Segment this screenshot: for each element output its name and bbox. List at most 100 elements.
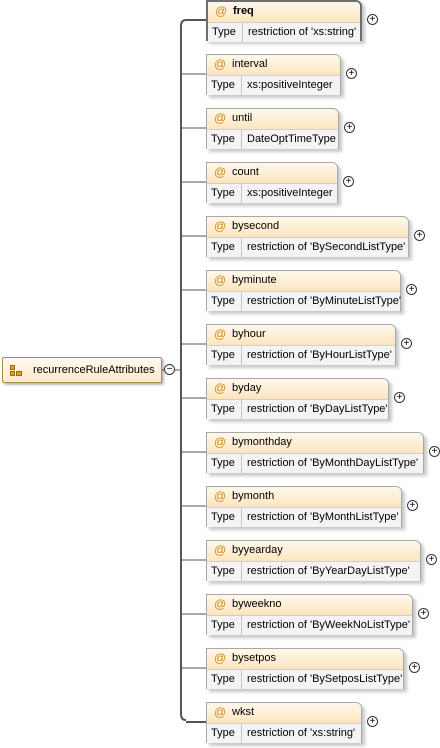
- type-value: restriction of 'xs:string': [248, 26, 357, 38]
- type-row: Type restriction of 'xs:string': [208, 23, 360, 42]
- expand-toggle-icon[interactable]: +: [409, 662, 420, 673]
- attribute-box-bysetpos[interactable]: @ bysetpos Type restriction of 'BySetposLis…: [206, 648, 404, 689]
- type-value: xs:positiveInteger: [247, 79, 333, 91]
- attribute-box-bysecond[interactable]: @ bysecond Type restriction of 'BySecondLis…: [206, 216, 409, 257]
- type-value: restriction of 'ByWeekNoListType': [247, 619, 410, 631]
- attribute-at-icon: @: [214, 435, 227, 449]
- expand-toggle-icon[interactable]: +: [414, 230, 425, 241]
- type-label: Type: [207, 616, 242, 635]
- type-value: xs:positiveInteger: [247, 187, 333, 199]
- attribute-header: @ bymonthday: [207, 433, 423, 454]
- attribute-at-icon: @: [214, 381, 227, 395]
- type-label: Type: [207, 562, 242, 581]
- attribute-box-wkst[interactable]: @ wkst Type restriction of 'xs:string': [206, 702, 362, 743]
- type-value: restriction of 'ByHourListType': [247, 349, 392, 361]
- attribute-header: @ count: [207, 163, 337, 184]
- type-row: Type restriction of 'ByMinuteListType': [207, 292, 401, 311]
- type-value: restriction of 'BySecondListType': [247, 241, 406, 253]
- type-value: restriction of 'ByDayListType': [247, 403, 388, 415]
- expand-toggle-icon[interactable]: +: [367, 14, 378, 25]
- attribute-box-byweekno[interactable]: @ byweekno Type restriction of 'ByWeekNoLis…: [206, 594, 413, 635]
- type-label: Type: [207, 346, 242, 365]
- type-label: Type: [207, 724, 242, 743]
- attribute-name: byminute: [232, 274, 277, 286]
- attribute-name: bymonth: [232, 490, 275, 502]
- attribute-header: @ until: [207, 109, 338, 130]
- expand-toggle-icon[interactable]: +: [346, 68, 357, 79]
- type-row: Type xs:positiveInteger: [207, 76, 340, 95]
- type-row: Type restriction of 'ByWeekNoListType': [207, 616, 412, 635]
- type-label: Type: [208, 23, 243, 42]
- attribute-name: wkst: [232, 706, 254, 718]
- type-label: Type: [207, 454, 242, 473]
- expand-toggle-icon[interactable]: +: [343, 176, 354, 187]
- type-value: restriction of 'xs:string': [247, 727, 356, 739]
- attribute-box-freq[interactable]: @ freq Type restriction of 'xs:string': [206, 0, 362, 42]
- attribute-at-icon: @: [214, 597, 227, 611]
- type-row: Type restriction of 'ByDayListType': [207, 400, 388, 419]
- type-row: Type restriction of 'ByMonthListType': [207, 508, 401, 527]
- expand-toggle-icon[interactable]: +: [344, 122, 355, 133]
- type-row: Type restriction of 'ByMonthDayListType': [207, 454, 423, 473]
- attribute-group-box[interactable]: recurrenceRuleAttributes: [2, 357, 162, 383]
- attribute-box-until[interactable]: @ until Type DateOptTimeType: [206, 108, 339, 149]
- expand-toggle-icon[interactable]: +: [401, 338, 412, 349]
- attribute-at-icon: @: [214, 57, 227, 71]
- attribute-header: @ freq: [208, 2, 360, 23]
- type-row: Type restriction of 'ByHourListType': [207, 346, 395, 365]
- type-value: restriction of 'ByYearDayListType': [247, 565, 410, 577]
- attribute-name: bysecond: [232, 220, 280, 232]
- type-label: Type: [207, 184, 242, 203]
- type-label: Type: [207, 238, 242, 257]
- type-label: Type: [207, 292, 242, 311]
- type-label: Type: [207, 670, 242, 689]
- expand-toggle-icon[interactable]: +: [367, 716, 378, 727]
- attribute-name: count: [232, 166, 259, 178]
- type-row: Type xs:positiveInteger: [207, 184, 337, 203]
- attribute-header: @ byyearday: [207, 541, 420, 562]
- expand-toggle-icon[interactable]: +: [406, 284, 417, 295]
- attribute-box-count[interactable]: @ count Type xs:positiveInteger: [206, 162, 338, 203]
- type-value: restriction of 'ByMonthListType': [247, 511, 399, 523]
- attribute-name: bymonthday: [232, 436, 292, 448]
- attribute-name: interval: [232, 58, 268, 70]
- collapse-toggle-icon[interactable]: −: [164, 364, 175, 375]
- attribute-box-byminute[interactable]: @ byminute Type restriction of 'ByMinuteLis…: [206, 270, 401, 311]
- attribute-name: until: [232, 112, 253, 124]
- type-row: Type restriction of 'BySecondListType': [207, 238, 408, 257]
- attribute-at-icon: @: [214, 111, 227, 125]
- attribute-name: byyearday: [232, 544, 283, 556]
- attribute-header: @ byday: [207, 379, 388, 400]
- attribute-header: @ byminute: [207, 271, 400, 292]
- attribute-box-byyearday[interactable]: @ byyearday Type restriction of 'ByYearDayL…: [206, 540, 421, 581]
- attribute-at-icon: @: [214, 543, 227, 557]
- attribute-header: @ byhour: [207, 325, 395, 346]
- attribute-box-bymonth[interactable]: @ bymonth Type restriction of 'ByMonthListT…: [206, 486, 402, 527]
- attribute-name: byweekno: [232, 598, 282, 610]
- type-value: DateOptTimeType: [247, 133, 336, 145]
- expand-toggle-icon[interactable]: +: [426, 554, 437, 565]
- attribute-at-icon: @: [214, 165, 227, 179]
- expand-toggle-icon[interactable]: +: [394, 392, 405, 403]
- attribute-box-byday[interactable]: @ byday Type restriction of 'ByDayListType': [206, 378, 389, 419]
- type-row: Type restriction of 'BySetposListType': [207, 670, 403, 689]
- attribute-box-bymonthday[interactable]: @ bymonthday Type restriction of 'ByMonthDa…: [206, 432, 424, 473]
- attribute-box-interval[interactable]: @ interval Type xs:positiveInteger: [206, 54, 341, 95]
- expand-toggle-icon[interactable]: +: [418, 608, 429, 619]
- attribute-name: freq: [233, 5, 254, 17]
- attribute-group-label: recurrenceRuleAttributes: [33, 364, 155, 376]
- attribute-at-icon: @: [214, 327, 227, 341]
- expand-toggle-icon[interactable]: +: [407, 500, 418, 511]
- attribute-at-icon: @: [214, 273, 227, 287]
- attribute-header: @ byweekno: [207, 595, 412, 616]
- type-row: Type DateOptTimeType: [207, 130, 338, 149]
- attribute-header: @ bysecond: [207, 217, 408, 238]
- attribute-box-byhour[interactable]: @ byhour Type restriction of 'ByHourListTyp…: [206, 324, 396, 365]
- type-value: restriction of 'ByMinuteListType': [247, 295, 401, 307]
- attribute-name: byhour: [232, 328, 266, 340]
- type-label: Type: [207, 76, 242, 95]
- type-row: Type restriction of 'xs:string': [207, 724, 361, 743]
- expand-toggle-icon[interactable]: +: [429, 446, 440, 457]
- attribute-at-icon: @: [214, 651, 227, 665]
- attribute-name: byday: [232, 382, 262, 394]
